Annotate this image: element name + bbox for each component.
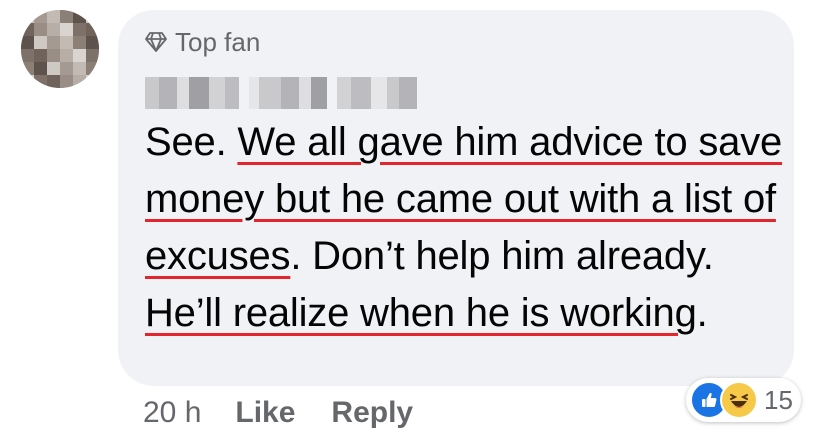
reaction-count: 15: [764, 384, 793, 415]
top-fan-badge: Top fan: [145, 27, 260, 57]
text-segment: .: [696, 291, 708, 335]
diamond-icon: [145, 32, 167, 52]
text-segment: See.: [145, 120, 238, 164]
underlined-text-segment: He’ll realize when he is working: [145, 291, 697, 335]
text-segment: . Don’t help him already.: [290, 234, 714, 278]
haha-icon: [720, 381, 758, 419]
comment-actions: 20 h Like Reply: [143, 393, 449, 433]
comment-text: See. We all gave him advice to save mone…: [145, 114, 785, 342]
avatar[interactable]: [21, 10, 99, 88]
reply-button[interactable]: Reply: [331, 396, 413, 430]
like-button[interactable]: Like: [235, 396, 295, 430]
author-name-blurred[interactable]: [145, 77, 417, 109]
reactions-summary[interactable]: 15: [686, 378, 801, 422]
badge-label: Top fan: [175, 26, 261, 57]
timestamp[interactable]: 20 h: [143, 396, 201, 430]
